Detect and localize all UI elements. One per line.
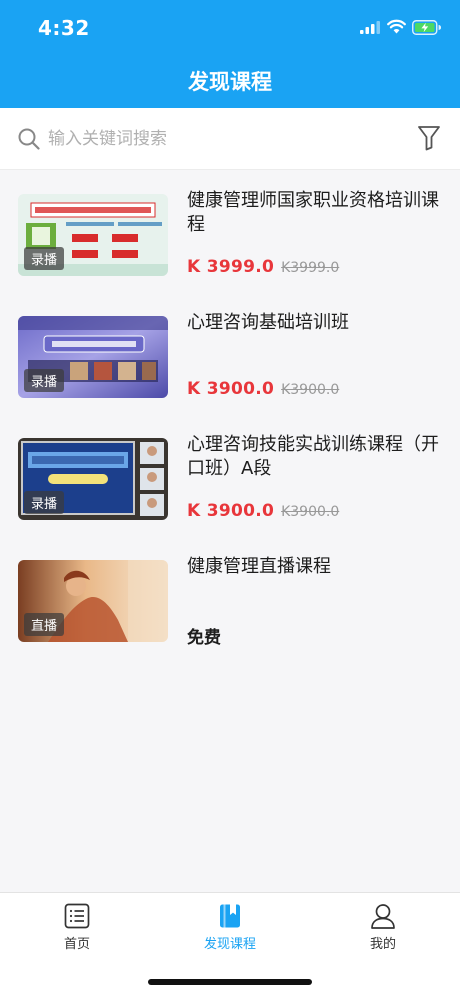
price-row: 免费 (187, 623, 221, 648)
course-title: 健康管理师国家职业资格培训课程 (187, 190, 439, 235)
course-thumbnail: 录播 (18, 438, 168, 520)
search-icon (18, 128, 40, 150)
search-bar (0, 108, 460, 170)
course-title: 健康管理直播课程 (187, 556, 331, 577)
course-type-badge: 录播 (24, 491, 65, 514)
cellular-signal-icon (360, 21, 380, 34)
home-indicator (148, 979, 312, 985)
book-icon (220, 904, 240, 928)
tab-home[interactable]: 首页 (22, 903, 132, 963)
status-time: 4:32 (38, 16, 90, 40)
course-item[interactable]: 直播 健康管理直播课程 免费 (0, 537, 460, 659)
tab-label: 我的 (369, 937, 396, 952)
tab-label: 首页 (63, 937, 90, 952)
wifi-icon (387, 19, 406, 34)
course-item[interactable]: 录播 心理咨询技能实战训练课程（开口班）A段 K 3900.0 K3900.0 (0, 415, 460, 537)
course-title: 心理咨询技能实战训练课程（开口班）A段 (187, 434, 439, 479)
battery-charging-icon (412, 20, 441, 35)
tab-label: 发现课程 (203, 937, 256, 952)
course-thumbnail: 直播 (18, 560, 168, 642)
status-bar: 4:32 (0, 0, 460, 56)
course-thumbnail: 录播 (18, 194, 168, 276)
course-price: K 3900.0 (187, 501, 275, 521)
original-price: K3900.0 (281, 504, 340, 520)
course-type-badge: 录播 (24, 369, 65, 392)
tab-mine[interactable]: 我的 (328, 903, 438, 963)
course-item[interactable]: 录播 健康管理师国家职业资格培训课程 K 3999.0 K3999.0 (0, 171, 460, 293)
course-price: 免费 (187, 628, 221, 648)
price-row: K 3900.0 K3900.0 (187, 379, 339, 399)
home-list-icon (64, 903, 90, 929)
price-row: K 3900.0 K3900.0 (187, 501, 339, 521)
course-title: 心理咨询基础培训班 (187, 312, 349, 333)
app-header: 4:32 发现课程 (0, 0, 460, 108)
original-price: K3999.0 (281, 260, 340, 276)
original-price: K3900.0 (281, 382, 340, 398)
course-price: K 3999.0 (187, 257, 275, 277)
search-input[interactable] (48, 122, 388, 156)
course-price: K 3900.0 (187, 379, 275, 399)
course-item[interactable]: 录播 心理咨询基础培训班 K 3900.0 K3900.0 (0, 293, 460, 415)
course-type-badge: 录播 (24, 247, 65, 270)
course-thumbnail: 录播 (18, 316, 168, 398)
tab-discover-courses[interactable]: 发现课程 (175, 903, 285, 963)
user-icon (371, 904, 395, 929)
course-type-badge: 直播 (24, 613, 65, 636)
filter-icon[interactable] (417, 125, 441, 151)
price-row: K 3999.0 K3999.0 (187, 257, 339, 277)
page-title: 发现课程 (188, 70, 272, 94)
